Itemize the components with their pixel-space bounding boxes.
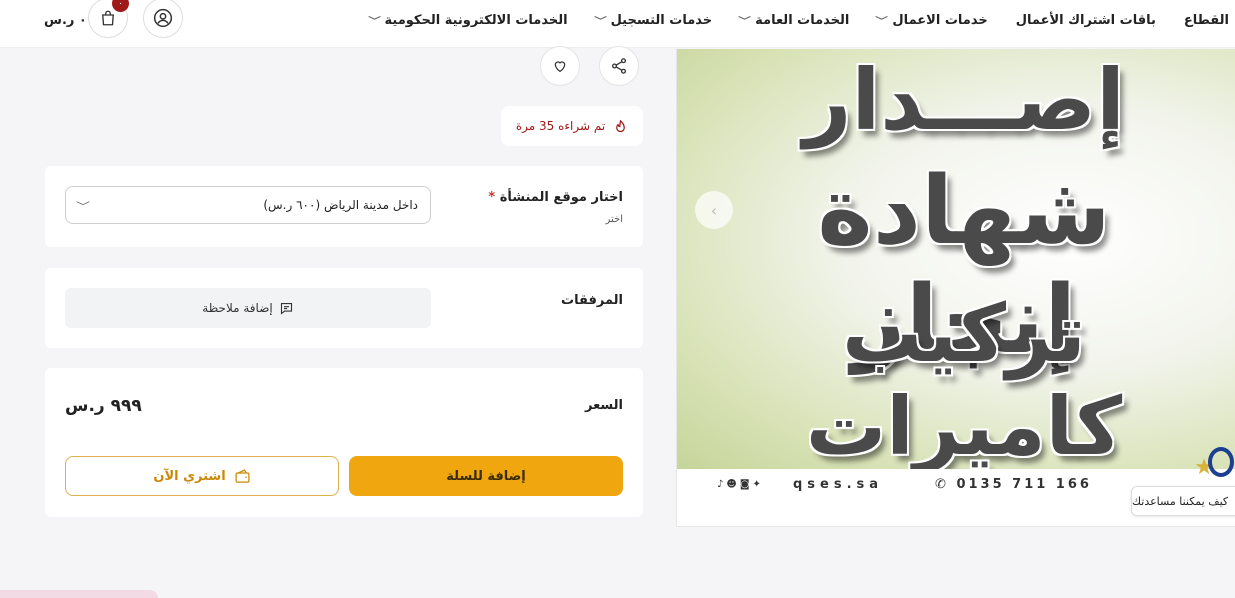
chevron-down-icon: ﹀ [738,16,751,27]
price-label: السعر [585,398,623,413]
share-button[interactable] [599,46,639,86]
location-select-value: داخل مدينة الرياض (٦٠٠ ر.س) [263,198,418,212]
attachments-label: المرفقات [561,293,623,308]
promo-line-1: إصـــدار [803,51,1127,149]
location-hint: اختر [605,214,624,225]
wallet-icon [235,468,250,483]
promo-phone-number: 0135 711 166 [956,477,1092,492]
nav-item-business-packages[interactable]: باقات اشتراك الأعمال [1016,13,1156,28]
add-to-cart-label: إضافة للسلة [446,468,526,484]
company-logo-icon [1208,447,1234,477]
heart-icon [554,61,566,73]
nav-item-label: الخدمات الالكترونية الحكومية [384,12,568,28]
cart-total: ٠ ر.س [44,13,87,28]
user-icon [153,8,173,28]
chevron-left-icon: ‹ [710,200,718,220]
social-icons: ♪☻◙✦ [717,479,764,490]
buy-now-label: اشتري الآن [153,468,226,484]
nav-item-business-services[interactable]: خدمات الاعمال ﹀ [875,12,988,28]
sold-count-badge: تم شراءه 35 مرة [501,106,643,146]
top-header: الخدمات الالكترونية الحكومية ﹀ خدمات الت… [0,0,1235,48]
message-icon [280,302,292,315]
nav-item-general-services[interactable]: الخدمات العامة ﹀ [738,12,850,28]
snapchat-icon: ☻ [726,479,740,490]
product-image-panel: إصـــدار شهادة إنجاز تركيب كاميرات ‹ ★ ✆… [676,49,1235,527]
add-to-cart-button[interactable]: إضافة للسلة [349,456,623,496]
instagram-icon: ◙ [739,479,753,490]
location-select[interactable]: ﹀ داخل مدينة الرياض (٦٠٠ ر.س) [65,186,431,224]
tiktok-icon: ♪ [717,479,727,490]
bottom-decoration [0,590,158,598]
nav-item-gov-services[interactable]: الخدمات الالكترونية الحكومية ﹀ [367,12,568,28]
twitter-icon: ✦ [752,479,764,490]
price-value: ٩٩٩ ر.س [65,396,142,416]
favorite-button[interactable] [540,46,580,86]
shopping-bag-icon [102,10,114,26]
chevron-down-icon: ﹀ [593,16,607,27]
slider-prev-button[interactable]: ‹ [695,191,733,229]
phone-icon: ✆ [935,477,949,492]
fire-icon [616,119,626,132]
chevron-down-icon: ﹀ [875,16,889,27]
nav-item-registration[interactable]: خدمات التسجيل ﹀ [593,12,713,28]
cart-count-badge: ٠ [112,0,129,12]
location-label: اختار موقع المنشأة * [488,190,623,205]
location-card: اختار موقع المنشأة * اختر ﹀ داخل مدينة ا… [45,166,643,247]
required-marker: * [488,190,496,205]
help-chat-bubble[interactable]: كيف يمكننا مساعدتك [1131,486,1235,516]
buy-now-button[interactable]: اشتري الآن [65,456,339,496]
add-note-label: إضافة ملاحظة [202,301,273,315]
account-button[interactable] [143,0,183,38]
add-note-button[interactable]: إضافة ملاحظة [65,288,431,328]
nav-item-sector[interactable]: القطاع [1184,13,1229,28]
attachments-card: المرفقات إضافة ملاحظة [45,268,643,348]
chevron-down-icon: ﹀ [367,16,381,27]
nav-item-label: الخدمات العامة [755,12,850,28]
promo-phone: ✆ 0135 711 166 [935,477,1092,492]
cart-button[interactable]: ٠ [88,0,129,38]
sold-count-text: تم شراءه 35 مرة [515,119,606,133]
chevron-down-icon: ﹀ [76,201,90,213]
nav-item-label: باقات اشتراك الأعمال [1015,12,1156,28]
main-nav: الخدمات الالكترونية الحكومية ﹀ خدمات الت… [367,0,1229,40]
share-icon [611,58,627,74]
promo-website: qses.sa [793,477,884,492]
price-card: السعر ٩٩٩ ر.س إضافة للسلة اشتري الآن [45,368,643,517]
product-image: إصـــدار شهادة إنجاز تركيب كاميرات ‹ [677,49,1235,473]
nav-item-label: القطاع [1183,12,1229,28]
promo-line-3: تركيب كاميرات [805,287,1124,473]
nav-item-label: خدمات الاعمال [892,12,988,28]
nav-item-label: خدمات التسجيل [610,12,713,28]
location-label-text: اختار موقع المنشأة [499,190,623,205]
